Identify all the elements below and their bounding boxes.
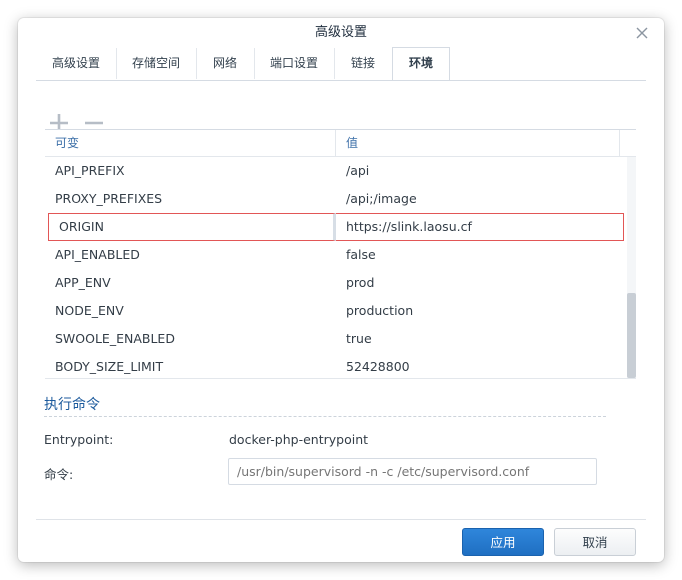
variable-value: production <box>346 303 414 318</box>
environment-variable-table: 可变 值 API_PREFIX /api PROXY_PREFIXES /api… <box>45 129 636 379</box>
dialog-title: 高级设置 <box>314 25 367 40</box>
variable-name: APP_ENV <box>55 275 111 290</box>
table-header: 可变 值 <box>45 130 636 157</box>
table-row[interactable]: API_ENABLED false <box>45 241 627 269</box>
tab-links[interactable]: 链接 <box>334 48 393 79</box>
variable-value: prod <box>346 275 375 290</box>
footer-divider <box>36 519 646 520</box>
apply-button[interactable]: 应用 <box>462 528 544 556</box>
table-row[interactable]: PROXY_PREFIXES /api;/image <box>45 185 627 213</box>
tab-bar: 高级设置 存储空间 网络 端口设置 链接 环境 <box>36 47 646 81</box>
variable-name: ORIGIN <box>48 213 336 241</box>
table-row[interactable]: NODE_ENV production <box>45 297 627 325</box>
column-header-variable[interactable]: 可变 <box>45 130 336 156</box>
close-button[interactable] <box>634 25 650 41</box>
section-divider <box>44 416 606 417</box>
command-label: 命令: <box>44 467 74 482</box>
cancel-button[interactable]: 取消 <box>554 528 636 556</box>
tab-advanced-settings[interactable]: 高级设置 <box>36 48 117 79</box>
entrypoint-value: docker-php-entrypoint <box>229 432 369 447</box>
variable-value: 52428800 <box>346 359 410 374</box>
command-input[interactable] <box>228 458 597 485</box>
exec-command-section-title: 执行命令 <box>44 397 100 413</box>
variable-value: /api;/image <box>346 191 417 206</box>
variable-name: BODY_SIZE_LIMIT <box>55 359 164 374</box>
entrypoint-label: Entrypoint: <box>44 432 114 447</box>
variable-name: SWOOLE_ENABLED <box>55 331 175 346</box>
tab-network[interactable]: 网络 <box>196 48 255 79</box>
table-row[interactable]: API_PREFIX /api <box>45 157 627 185</box>
variable-value: https://slink.laosu.cf <box>336 213 624 241</box>
variable-value: true <box>346 331 372 346</box>
variable-value: /api <box>346 163 370 178</box>
variable-name: API_ENABLED <box>55 247 140 262</box>
tab-environment[interactable]: 环境 <box>392 47 450 80</box>
table-row-selected[interactable]: ORIGIN https://slink.laosu.cf <box>48 213 624 241</box>
variable-name: API_PREFIX <box>55 163 125 178</box>
table-row[interactable]: APP_ENV prod <box>45 269 627 297</box>
variable-name: PROXY_PREFIXES <box>55 191 163 206</box>
table-row[interactable]: SWOOLE_ENABLED true <box>45 325 627 353</box>
variable-value: false <box>346 247 376 262</box>
column-header-value[interactable]: 值 <box>336 130 620 156</box>
variable-name: NODE_ENV <box>55 303 124 318</box>
table-row[interactable]: BODY_SIZE_LIMIT 52428800 <box>45 353 627 378</box>
tab-port-settings[interactable]: 端口设置 <box>254 48 335 79</box>
table-scrollbar-thumb[interactable] <box>627 293 636 378</box>
close-icon <box>636 27 648 39</box>
tab-storage[interactable]: 存储空间 <box>116 48 197 79</box>
advanced-settings-dialog: 高级设置 高级设置 存储空间 网络 端口设置 链接 环境 可变 值 API_PR… <box>18 18 664 562</box>
